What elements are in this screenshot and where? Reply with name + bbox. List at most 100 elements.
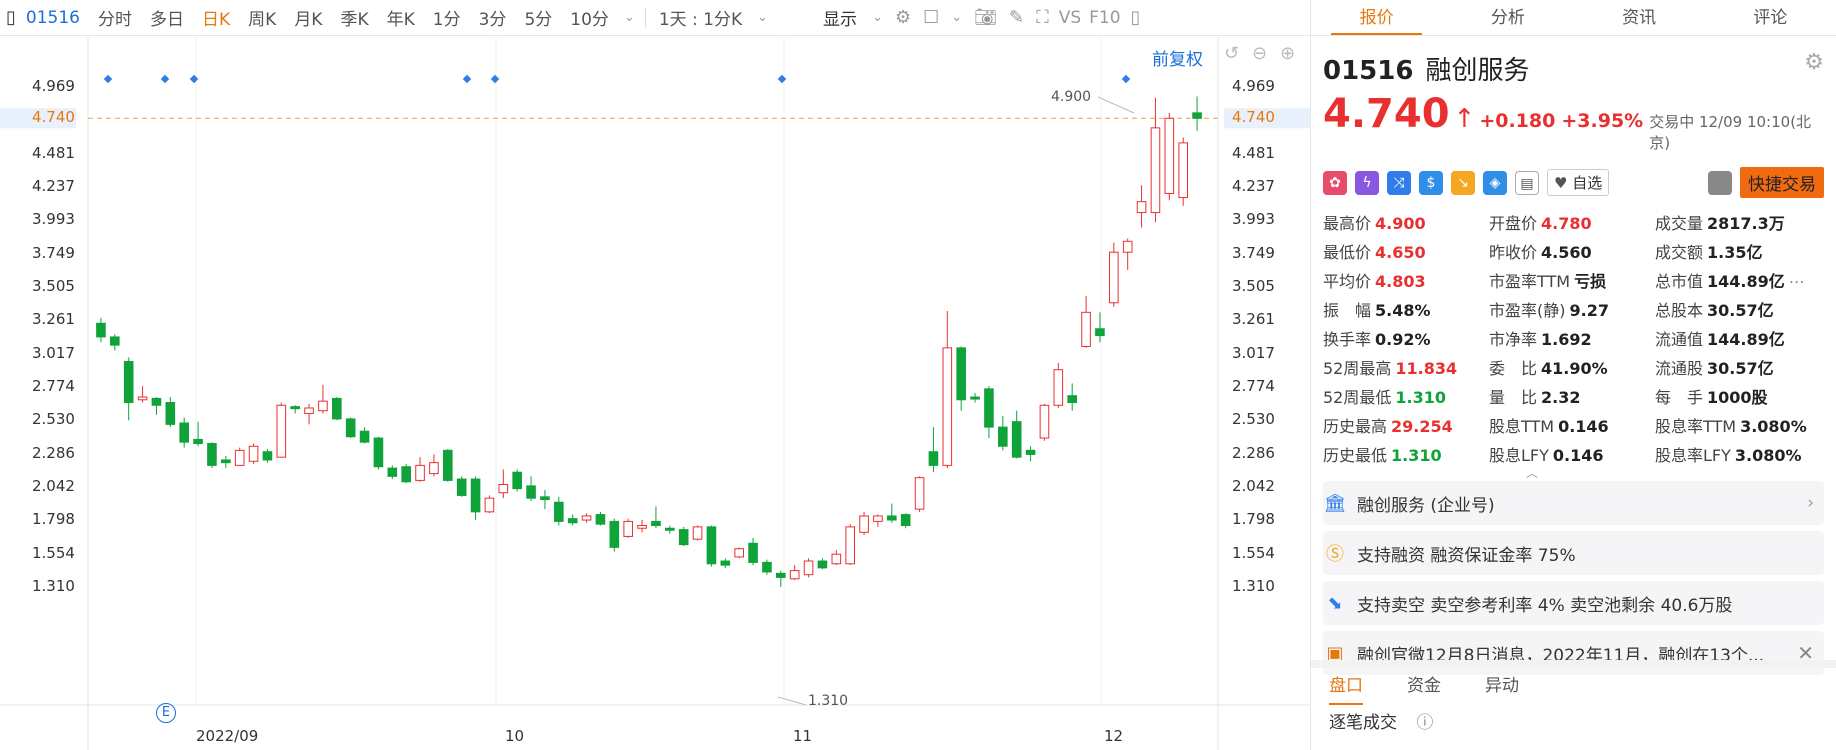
stat-label: 市盈率TTM — [1489, 272, 1571, 291]
kline-chart[interactable]: 4.969 4.740 4.481 4.237 3.993 3.749 3.505 3.261… — [0, 37, 1310, 750]
fast-trade-button[interactable]: 快捷交易 — [1740, 167, 1824, 198]
y-tick-label: 4.969 — [1232, 77, 1275, 95]
display-menu[interactable]: 显示 — [814, 5, 866, 30]
company-row[interactable]: 🏛︎ 融创服务 (企业号) › — [1323, 481, 1824, 525]
square-icon[interactable]: ☐ — [917, 7, 945, 28]
more-icon[interactable]: ⋯ — [1789, 272, 1805, 291]
undo-icon[interactable]: ↺ — [1224, 43, 1239, 64]
stat-label: 股息TTM — [1489, 417, 1555, 436]
stat-value: 5.48% — [1375, 301, 1431, 320]
dollar-icon[interactable]: $ — [1419, 170, 1443, 195]
stat-value: 1.310 — [1395, 388, 1446, 407]
lightning-icon[interactable]: ϟ — [1355, 170, 1379, 195]
chevron-down-icon[interactable]: ⌄ — [751, 10, 774, 25]
stat-label: 最低价 — [1323, 243, 1372, 262]
hk-flag-icon[interactable]: ✿ — [1323, 170, 1347, 195]
y-tick-label: 4.237 — [1232, 177, 1275, 196]
candle-body — [221, 459, 231, 464]
sidebar-toggle-icon[interactable]: ▯ — [0, 7, 22, 28]
stat-label: 市盈率(静) — [1489, 301, 1566, 320]
y-tick-label: 2.042 — [1232, 476, 1275, 495]
stat-label: 平均价 — [1323, 272, 1372, 291]
stat-item: 最高价 4.900 — [1323, 210, 1489, 234]
tab-orderbook[interactable]: 盘口 — [1329, 671, 1363, 705]
vs-compare[interactable]: VS — [1055, 8, 1085, 28]
tab-fund-flow[interactable]: 资金 — [1407, 671, 1441, 696]
candle-body — [720, 560, 731, 566]
chevron-down-icon[interactable]: ⌄ — [618, 10, 641, 25]
company-label: 融创服务 (企业号) — [1357, 495, 1495, 516]
info-icon[interactable]: ⓘ — [1416, 713, 1433, 733]
stat-value: 4.780 — [1541, 214, 1592, 233]
candle-body — [762, 561, 772, 573]
f10-button[interactable]: F10 — [1085, 8, 1124, 28]
shuffle-icon[interactable]: ⤨ — [1387, 170, 1411, 195]
period-yearly[interactable]: 年K — [378, 5, 424, 30]
candle-body — [665, 527, 675, 531]
pencil-icon[interactable]: ✎ — [1003, 7, 1030, 28]
period-5min[interactable]: 5分 — [515, 5, 561, 30]
tab-quote[interactable]: 报价 — [1311, 0, 1442, 35]
book-icon[interactable]: ▤ — [1515, 170, 1539, 195]
period-multiday[interactable]: 多日 — [141, 5, 193, 30]
quote-header: 01516 融创服务 ⚙ 4.740 ↑ +0.180 +3.95% 交易中 12… — [1311, 36, 1836, 153]
period-1min[interactable]: 1分 — [424, 5, 470, 30]
candle-body — [276, 404, 287, 458]
candle-body — [567, 518, 578, 524]
y-tick-label: 2.774 — [32, 376, 75, 395]
toolbar-divider — [644, 7, 646, 28]
stat-value: 11.834 — [1395, 359, 1458, 378]
zoom-in-icon[interactable]: ⊕ — [1280, 43, 1295, 64]
period-daily[interactable]: 日K — [193, 5, 239, 30]
tag-icon[interactable]: ◈ — [1483, 170, 1507, 195]
fullscreen-icon[interactable]: ⛶ — [1030, 7, 1055, 28]
period-monthly[interactable]: 月K — [285, 5, 331, 30]
period-10min[interactable]: 10分 — [561, 5, 618, 30]
margin-row[interactable]: Ⓢ 支持融资 融资保证金率 75% — [1323, 531, 1824, 575]
y-tick-label: 4.237 — [32, 177, 75, 196]
stat-value: 41.90% — [1541, 359, 1608, 378]
stat-item: 开盘价 4.780 — [1489, 210, 1655, 234]
candle-body — [345, 418, 356, 438]
gear-icon[interactable]: ⚙ — [889, 7, 917, 28]
stat-item: 最低价 4.650 — [1323, 239, 1489, 263]
candle-body — [887, 515, 897, 521]
tab-alerts[interactable]: 异动 — [1485, 671, 1519, 696]
period-3min[interactable]: 3分 — [470, 5, 516, 30]
event-diamond — [777, 74, 787, 84]
event-diamond — [189, 74, 199, 84]
period-weekly[interactable]: 周K — [239, 5, 285, 30]
adjust-mode-button[interactable]: 前复权 — [1152, 45, 1203, 70]
candle-body — [873, 515, 883, 522]
panel-toggle-icon[interactable]: ▯ — [1125, 7, 1147, 28]
stat-label: 52周最低 — [1323, 388, 1392, 407]
stat-label: 每 手 — [1655, 388, 1704, 407]
stat-label: 总股本 — [1655, 301, 1704, 320]
trend-icon[interactable]: ↘ — [1451, 170, 1475, 195]
y-tick-label: 1.798 — [1232, 510, 1275, 529]
candle-body — [304, 407, 314, 414]
candle-body — [1095, 328, 1105, 337]
candle-body — [942, 347, 953, 466]
settings-icon[interactable]: ⚙ — [1804, 50, 1824, 75]
event-icon[interactable]: E — [156, 703, 176, 723]
y-tick-label: 3.749 — [32, 243, 75, 262]
collapse-chevron-icon[interactable]: ︿ — [1517, 464, 1547, 481]
zoom-out-icon[interactable]: ⊖ — [1252, 43, 1267, 64]
add-watchlist-button[interactable]: ♥ 自选 — [1547, 169, 1610, 196]
period-quarterly[interactable]: 季K — [331, 5, 377, 30]
chevron-down-icon[interactable]: ⌄ — [866, 10, 889, 25]
camera-icon[interactable]: 📷︎ — [968, 7, 1003, 28]
stat-value: 1.35亿 — [1707, 243, 1763, 262]
y-tick-label: 1.554 — [32, 543, 75, 562]
candle-body — [817, 560, 828, 569]
candle-body — [359, 430, 370, 443]
tab-analysis[interactable]: 分析 — [1442, 0, 1573, 35]
tab-comments[interactable]: 评论 — [1705, 0, 1836, 35]
bell-icon[interactable] — [1708, 170, 1732, 195]
tab-news[interactable]: 资讯 — [1574, 0, 1705, 35]
short-row[interactable]: ⬊ 支持卖空 卖空参考利率 4% 卖空池剩余 40.6万股 — [1323, 581, 1824, 625]
interval-select[interactable]: 1天 : 1分K — [650, 5, 751, 30]
period-intraday[interactable]: 分时 — [89, 5, 141, 30]
chevron-down-icon[interactable]: ⌄ — [945, 10, 968, 25]
